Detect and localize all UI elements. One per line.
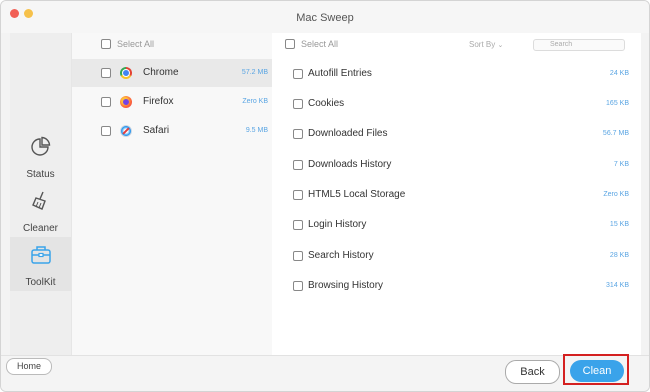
select-all-browsers-checkbox[interactable] <box>101 39 111 49</box>
back-button[interactable]: Back <box>505 360 560 384</box>
sidebar-item-label: Status <box>26 169 55 180</box>
clean-button-highlight <box>563 354 629 385</box>
browser-list-pane: Select All Chrome 57.2 MB Firefox Zero K… <box>71 33 273 355</box>
chevron-down-icon: ⌄ <box>497 42 504 49</box>
data-row-html5-local-storage[interactable]: HTML5 Local Storage Zero KB <box>272 180 641 210</box>
data-checkbox[interactable] <box>293 99 303 109</box>
bottom-bar: Home Back Clean <box>1 355 649 391</box>
search-placeholder: Search <box>550 41 573 48</box>
sidebar-item-status[interactable]: Status <box>10 129 71 183</box>
data-checkbox[interactable] <box>293 281 303 291</box>
browser-checkbox[interactable] <box>101 126 111 136</box>
browser-size: Zero KB <box>242 98 268 105</box>
chrome-icon <box>120 67 132 79</box>
browser-data-header: Select All Sort By ⌄ Search <box>272 33 641 55</box>
browser-size: 9.5 MB <box>245 127 268 134</box>
browser-row-firefox[interactable]: Firefox Zero KB <box>72 88 272 116</box>
toolbox-icon <box>30 246 51 264</box>
data-checkbox[interactable] <box>293 160 303 170</box>
sidebar-item-label: Cleaner <box>22 223 59 234</box>
data-size: 56.7 MB <box>602 130 629 137</box>
right-edge-strip <box>641 33 649 355</box>
data-row-downloads-history[interactable]: Downloads History 7 KB <box>272 150 641 180</box>
browser-name: Chrome <box>143 67 179 78</box>
data-size: 15 KB <box>609 221 629 228</box>
browser-checkbox[interactable] <box>101 97 111 107</box>
browser-list-header: Select All <box>72 33 272 55</box>
data-name-label: HTML5 Local Storage <box>308 189 406 200</box>
title-bar: Mac Sweep <box>1 1 649 33</box>
sidebar-item-cleaner[interactable]: Cleaner <box>10 183 71 237</box>
data-size: 165 KB <box>606 100 629 107</box>
data-name-label: Search History <box>308 250 374 261</box>
data-checkbox[interactable] <box>293 251 303 261</box>
select-all-label: Select All <box>117 39 155 49</box>
safari-icon <box>120 125 132 137</box>
sort-by-label: Sort By <box>469 40 496 49</box>
firefox-icon <box>120 96 132 108</box>
sidebar-item-label: ToolKit <box>25 277 56 288</box>
data-checkbox[interactable] <box>293 220 303 230</box>
data-row-browsing-history[interactable]: Browsing History 314 KB <box>272 271 641 301</box>
data-checkbox[interactable] <box>293 129 303 139</box>
data-row-downloaded-files[interactable]: Downloaded Files 56.7 MB <box>272 119 641 149</box>
browser-data-pane: Select All Sort By ⌄ Search Autofill Ent… <box>272 33 641 355</box>
data-size: 314 KB <box>606 282 629 289</box>
browser-row-chrome[interactable]: Chrome 57.2 MB <box>72 59 272 87</box>
sidebar: Status Cleaner ToolKit <box>10 33 71 355</box>
data-name-label: Cookies <box>308 98 345 109</box>
sort-by-dropdown[interactable]: Sort By ⌄ <box>469 40 503 49</box>
data-size: 28 KB <box>609 252 629 259</box>
search-input[interactable]: Search <box>533 39 625 51</box>
pie-chart-icon <box>30 136 50 156</box>
data-size: Zero KB <box>603 191 629 198</box>
data-name-label: Login History <box>308 219 367 230</box>
app-window: Mac Sweep Status Cleaner ToolKit Select … <box>0 0 650 392</box>
data-checkbox[interactable] <box>293 190 303 200</box>
browser-name: Firefox <box>143 96 174 107</box>
browser-size: 57.2 MB <box>241 69 268 76</box>
home-button[interactable]: Home <box>6 358 52 375</box>
sidebar-item-toolkit[interactable]: ToolKit <box>10 237 71 291</box>
data-row-search-history[interactable]: Search History 28 KB <box>272 241 641 271</box>
browser-row-safari[interactable]: Safari 9.5 MB <box>72 117 272 145</box>
select-all-label: Select All <box>301 39 339 49</box>
data-checkbox[interactable] <box>293 69 303 79</box>
broom-icon <box>31 191 46 210</box>
data-row-cookies[interactable]: Cookies 165 KB <box>272 89 641 119</box>
data-size: 24 KB <box>609 70 629 77</box>
browser-checkbox[interactable] <box>101 68 111 78</box>
data-name-label: Downloaded Files <box>308 128 388 139</box>
data-row-login-history[interactable]: Login History 15 KB <box>272 210 641 240</box>
data-name-label: Autofill Entries <box>308 68 372 79</box>
browser-name: Safari <box>143 125 170 136</box>
data-name-label: Browsing History <box>308 280 384 291</box>
data-row-autofill-entries[interactable]: Autofill Entries 24 KB <box>272 59 641 89</box>
window-title: Mac Sweep <box>296 12 354 24</box>
data-name-label: Downloads History <box>308 159 392 170</box>
data-size: 7 KB <box>613 161 629 168</box>
select-all-data-checkbox[interactable] <box>285 39 295 49</box>
